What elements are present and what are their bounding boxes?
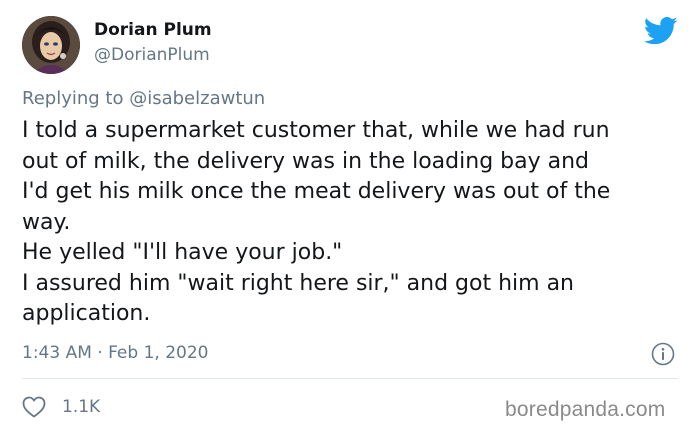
like-count[interactable]: 1.1K xyxy=(62,397,100,417)
tweet-body: I told a supermarket customer that, whil… xyxy=(22,116,692,330)
tweet-card: Dorian Plum @DorianPlum Replying to @isa… xyxy=(0,0,700,433)
tweet-body-line: out of milk, the delivery was in the loa… xyxy=(22,148,589,174)
tweet-body-line: application. xyxy=(22,301,151,326)
replying-to-line: Replying to @isabelzawtun xyxy=(22,88,265,109)
tweet-body-line: I'd get his milk once the meat delivery … xyxy=(22,179,611,204)
tweet-timestamp[interactable]: 1:43 AM · Feb 1, 2020 xyxy=(22,343,208,363)
tweet-body-line: way. xyxy=(22,209,71,235)
twitter-bird-icon[interactable] xyxy=(644,16,678,46)
portrait-avatar-icon xyxy=(22,16,80,74)
heart-icon[interactable] xyxy=(22,396,46,418)
reply-mention-link[interactable]: @isabelzawtun xyxy=(129,88,265,109)
boredpanda-watermark: boredpanda.com xyxy=(505,398,666,421)
divider xyxy=(22,378,678,379)
author-display-name[interactable]: Dorian Plum xyxy=(94,20,212,40)
author-handle[interactable]: @DorianPlum xyxy=(94,45,210,65)
avatar[interactable] xyxy=(22,16,80,74)
tweet-body-line: He yelled "I'll have your job." xyxy=(22,240,343,265)
info-icon[interactable] xyxy=(651,342,675,366)
tweet-body-line: I assured him "wait right here sir," and… xyxy=(22,270,574,296)
replying-to-label: Replying to xyxy=(22,88,124,109)
tweet-body-line: I told a supermarket customer that, whil… xyxy=(22,118,610,143)
